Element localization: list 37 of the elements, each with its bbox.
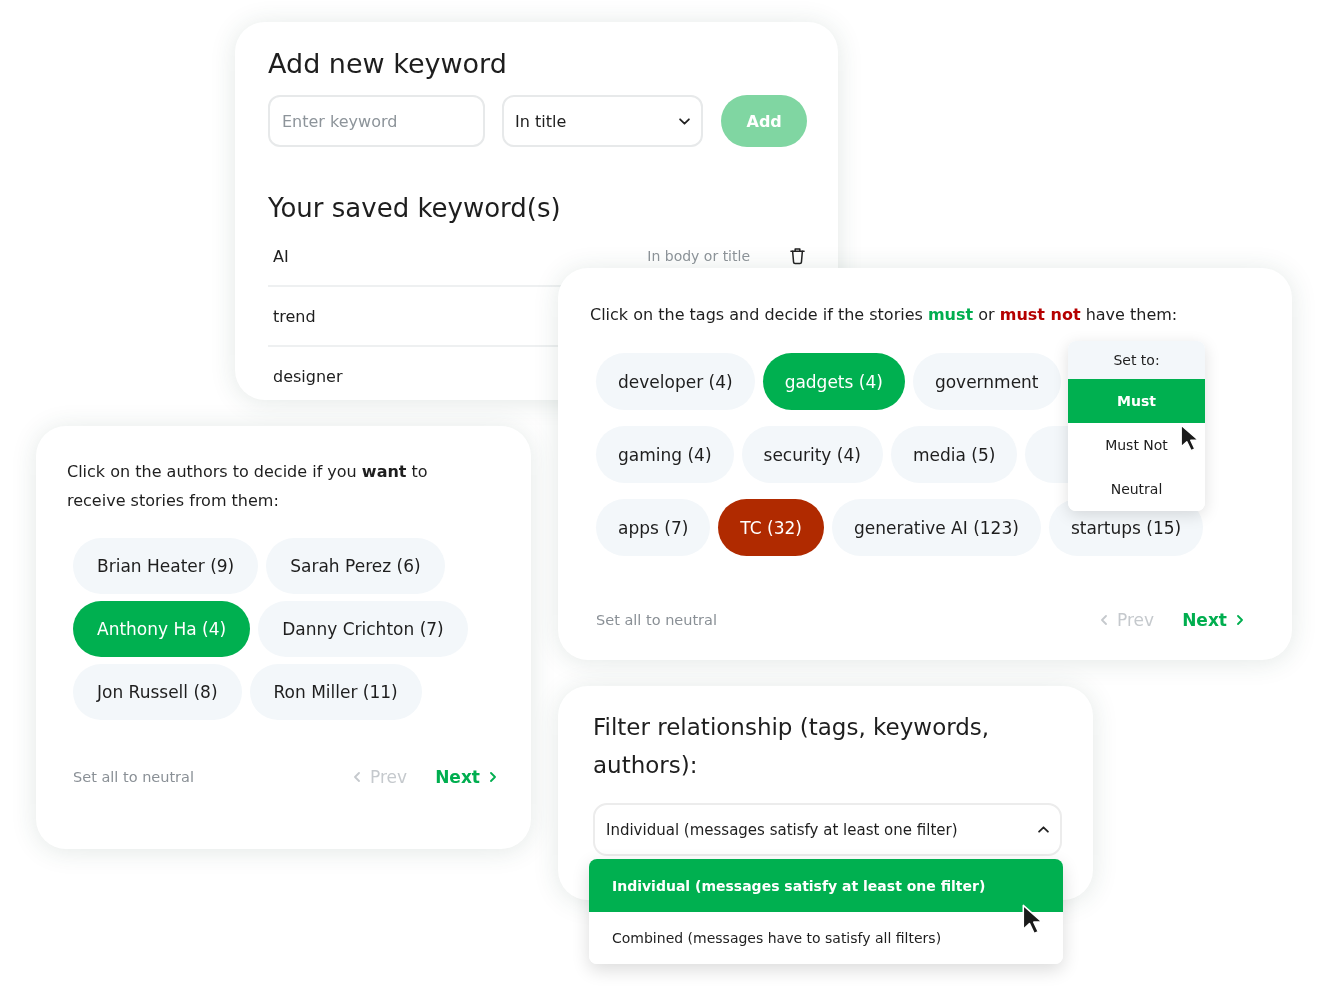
author-chip[interactable]: Danny Crichton (7) [258,601,468,657]
authors-prompt: Click on the authors to decide if you want to receive stories from them: [67,461,429,512]
chevron-down-icon [679,117,691,125]
chevron-right-icon [1237,615,1243,625]
menu-option[interactable]: Must Not [1068,423,1205,467]
tag-chip[interactable]: security (4) [741,426,883,483]
keyword-text: trend [273,306,316,326]
chevron-left-icon [354,772,361,782]
chevron-left-icon [1101,615,1108,625]
tag-chip[interactable]: gaming (4) [596,426,734,483]
chevron-right-icon [490,772,496,782]
chevron-up-icon [1038,826,1049,833]
section-title: Add new keyword [268,47,508,81]
cursor-icon [1180,424,1200,451]
tag-chip[interactable]: generative AI (123) [831,499,1041,556]
section-title: Filter relationship (tags, keywords, authors): [593,713,991,780]
tag-chip[interactable]: government [912,353,1061,410]
keyword-location: In body or title [647,248,750,264]
trash-icon[interactable] [790,247,805,265]
author-chip[interactable]: Sarah Perez (6) [266,538,445,594]
author-chip[interactable]: Ron Miller (11) [249,664,422,720]
author-chip[interactable]: Brian Heater (9) [73,538,259,594]
menu-title: Set to: [1068,341,1205,379]
section-title: Your saved keyword(s) [268,192,562,225]
tags-prompt: Click on the tags and decide if the stories must or must not have them: [590,304,1179,326]
location-select[interactable]: In title [502,95,704,147]
author-chip[interactable]: Jon Russell (8) [73,664,242,720]
keyword-text: designer [273,366,343,386]
tag-chip[interactable]: developer (4) [596,353,755,410]
tag-chip[interactable]: TC (32) [718,499,824,556]
tag-chip[interactable]: apps (7) [596,499,711,556]
keyword-input[interactable]: Enter keyword [268,95,485,147]
relationship-select[interactable]: Individual (messages satisfy at least one filter) [593,803,1062,856]
menu-option[interactable]: Neutral [1068,467,1205,511]
keyword-text: AI [273,246,289,266]
dropdown-option[interactable]: Combined (messages have to satisfy all filters) [589,912,1063,964]
tag-chip[interactable]: media (5) [890,426,1018,483]
